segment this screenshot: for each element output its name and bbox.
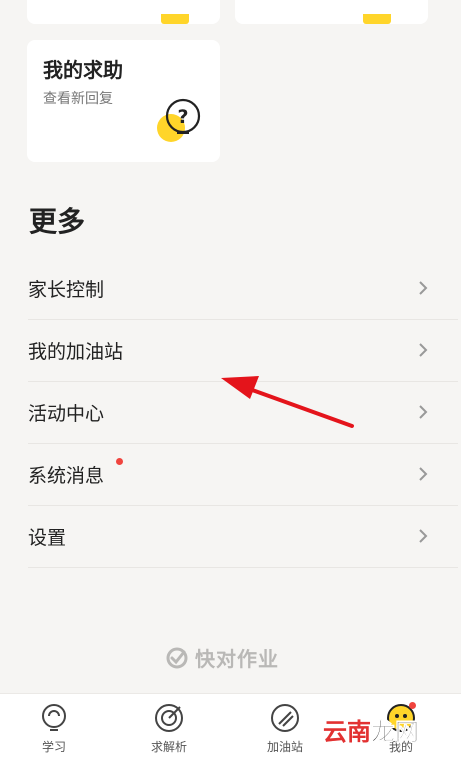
menu-item-label: 家长控制 bbox=[28, 279, 105, 301]
chevron-right-icon bbox=[419, 405, 428, 419]
brand-logo: 快对作业 bbox=[165, 643, 279, 672]
svg-text:?: ? bbox=[177, 106, 188, 128]
menu-item-label: 设置 bbox=[28, 527, 67, 549]
chevron-right-icon bbox=[419, 529, 428, 543]
target-icon bbox=[155, 704, 183, 732]
menu-item-system-messages[interactable]: 系统消息 bbox=[28, 444, 458, 506]
tab-label: 求解析 bbox=[150, 740, 187, 754]
pencil-icon bbox=[271, 704, 299, 732]
bulb-icon bbox=[42, 704, 66, 731]
menu-item-settings[interactable]: 设置 bbox=[28, 506, 458, 568]
more-section-title: 更多 bbox=[29, 205, 86, 238]
tab-label: 加油站 bbox=[266, 740, 303, 754]
yellow-tag-icon bbox=[363, 14, 391, 24]
watermark-red-text: 云南 bbox=[323, 718, 371, 746]
top-card-left[interactable] bbox=[27, 0, 220, 24]
top-card-right[interactable] bbox=[235, 0, 428, 24]
tab-ask-analysis[interactable]: 求解析 bbox=[129, 694, 209, 760]
my-help-card[interactable]: 我的求助 查看新回复 ? bbox=[27, 40, 220, 162]
notification-dot bbox=[409, 702, 416, 709]
menu-item-label: 系统消息 bbox=[28, 465, 105, 487]
menu-item-label: 活动中心 bbox=[28, 403, 105, 425]
more-menu-list: 家长控制 我的加油站 活动中心 系统消息 设置 bbox=[28, 258, 458, 568]
question-icon: ? bbox=[157, 98, 201, 142]
brand-name: 快对作业 bbox=[195, 647, 279, 671]
tab-study[interactable]: 学习 bbox=[14, 694, 94, 760]
help-card-title: 我的求助 bbox=[43, 58, 123, 82]
menu-item-label: 我的加油站 bbox=[28, 341, 124, 363]
brand-logo-icon bbox=[166, 647, 188, 668]
menu-item-parental-control[interactable]: 家长控制 bbox=[28, 258, 458, 320]
help-card-subtitle: 查看新回复 bbox=[43, 91, 113, 107]
chevron-right-icon bbox=[419, 281, 428, 295]
watermark: 云南龙网 bbox=[323, 712, 419, 747]
unread-badge bbox=[116, 458, 123, 465]
watermark-dark-text: 龙网 bbox=[371, 718, 420, 747]
yellow-tag-icon bbox=[161, 14, 189, 24]
menu-item-my-fuel-station[interactable]: 我的加油站 bbox=[28, 320, 458, 382]
chevron-right-icon bbox=[419, 467, 428, 481]
chevron-right-icon bbox=[419, 343, 428, 357]
tab-label: 学习 bbox=[41, 740, 66, 754]
menu-item-activity-center[interactable]: 活动中心 bbox=[28, 382, 458, 444]
tab-fuel-station[interactable]: 加油站 bbox=[245, 694, 325, 760]
